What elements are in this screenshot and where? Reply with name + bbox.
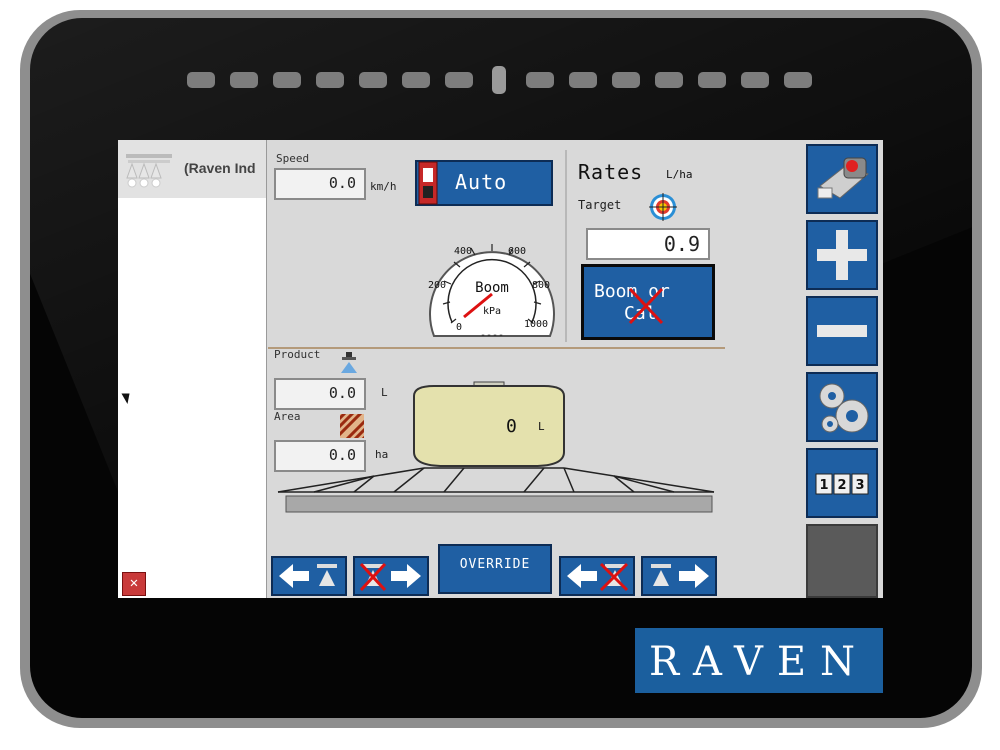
led-indicator <box>230 72 258 88</box>
target-rate-field[interactable]: 0.9 <box>586 228 710 260</box>
master-switch-icon <box>817 157 869 199</box>
left-panel-header[interactable]: (Raven Ind <box>118 140 266 198</box>
arrow-left-nozzle-icon <box>279 564 337 588</box>
mouse-pointer-icon <box>121 390 134 404</box>
gauge-tick-label: 200 <box>428 280 446 291</box>
speed-label: Speed <box>276 152 310 165</box>
tank-volume: 0 <box>506 416 517 437</box>
target-icon <box>649 193 677 221</box>
speed-value-field: 0.0 <box>274 168 366 200</box>
mode-switch-icon <box>418 161 438 205</box>
speed-unit: km/h <box>370 180 397 193</box>
counter-digit: 2 <box>837 478 846 493</box>
cancel-x-icon <box>628 287 664 325</box>
sprayer-boom-icon <box>126 154 172 188</box>
gauge-dashes: ---- <box>480 330 504 341</box>
led-indicator <box>273 72 301 88</box>
led-indicator <box>402 72 430 88</box>
boom-left-extend-button[interactable] <box>271 556 347 596</box>
product-label: Product <box>274 348 321 361</box>
tank-unit: L <box>538 420 545 433</box>
led-indicator <box>784 72 812 88</box>
empty-tool-slot <box>806 524 878 598</box>
led-indicator <box>569 72 597 88</box>
boom-right-extend-button[interactable] <box>641 556 717 596</box>
counter-icon: 1 2 3 <box>815 473 869 495</box>
display-screen: (Raven Ind ✕ Speed 0.0 km/h Auto 0 200 4… <box>118 140 883 598</box>
section-divider-horizontal <box>268 347 725 349</box>
counter-digit: 1 <box>819 478 828 493</box>
gauge-unit: kPa <box>483 306 501 317</box>
plus-icon <box>817 230 867 280</box>
boom-or-cal-button[interactable]: Boom or Cal <box>581 264 715 340</box>
led-indicator <box>655 72 683 88</box>
gauge-tick-label: 0 <box>456 322 462 333</box>
boom-left-disabled-button[interactable] <box>353 556 429 596</box>
gauge-label: Boom <box>475 280 509 296</box>
led-indicator <box>445 72 473 88</box>
led-indicator <box>316 72 344 88</box>
section-divider <box>565 150 567 342</box>
auto-mode-button[interactable]: Auto <box>415 160 553 206</box>
led-indicator <box>612 72 640 88</box>
gauge-tick-label: 600 <box>508 246 526 257</box>
led-indicator <box>187 72 215 88</box>
counter-digit: 3 <box>855 478 864 493</box>
master-switch-button[interactable] <box>806 144 878 214</box>
nozzle-arrow-right-icon <box>651 564 709 588</box>
led-indicator <box>698 72 726 88</box>
nozzle-off-arrow-right-icon <box>359 562 421 592</box>
panel-title: (Raven Ind <box>184 160 256 176</box>
left-panel: (Raven Ind ✕ <box>118 140 267 598</box>
sprayer-tank-graphic <box>277 381 715 513</box>
counter-button[interactable]: 1 2 3 <box>806 448 878 518</box>
gauge-tick-label: 400 <box>454 246 472 257</box>
led-indicator <box>359 72 387 88</box>
rates-unit: L/ha <box>666 168 693 181</box>
led-indicator <box>741 72 769 88</box>
override-button[interactable]: OVERRIDE <box>438 544 552 594</box>
increase-button[interactable] <box>806 220 878 290</box>
led-indicator <box>526 72 554 88</box>
raven-logo: RAVEN <box>635 628 883 693</box>
gauge-tick-label: 800 <box>532 280 550 291</box>
nozzle-icon <box>341 352 357 373</box>
minus-icon <box>817 325 867 337</box>
pressure-gauge: 0 200 400 600 800 1000 Boom kPa ---- <box>428 244 555 341</box>
target-label: Target <box>578 198 622 212</box>
close-button[interactable]: ✕ <box>122 572 146 596</box>
settings-button[interactable] <box>806 372 878 442</box>
gauge-tick-label: 1000 <box>524 319 548 330</box>
gears-icon <box>819 383 869 433</box>
decrease-button[interactable] <box>806 296 878 366</box>
auto-label: Auto <box>455 170 508 194</box>
boom-right-disabled-button[interactable] <box>559 556 635 596</box>
rates-title: Rates <box>578 160 644 184</box>
led-center-indicator <box>492 66 506 94</box>
arrow-left-nozzle-off-icon <box>567 562 629 592</box>
